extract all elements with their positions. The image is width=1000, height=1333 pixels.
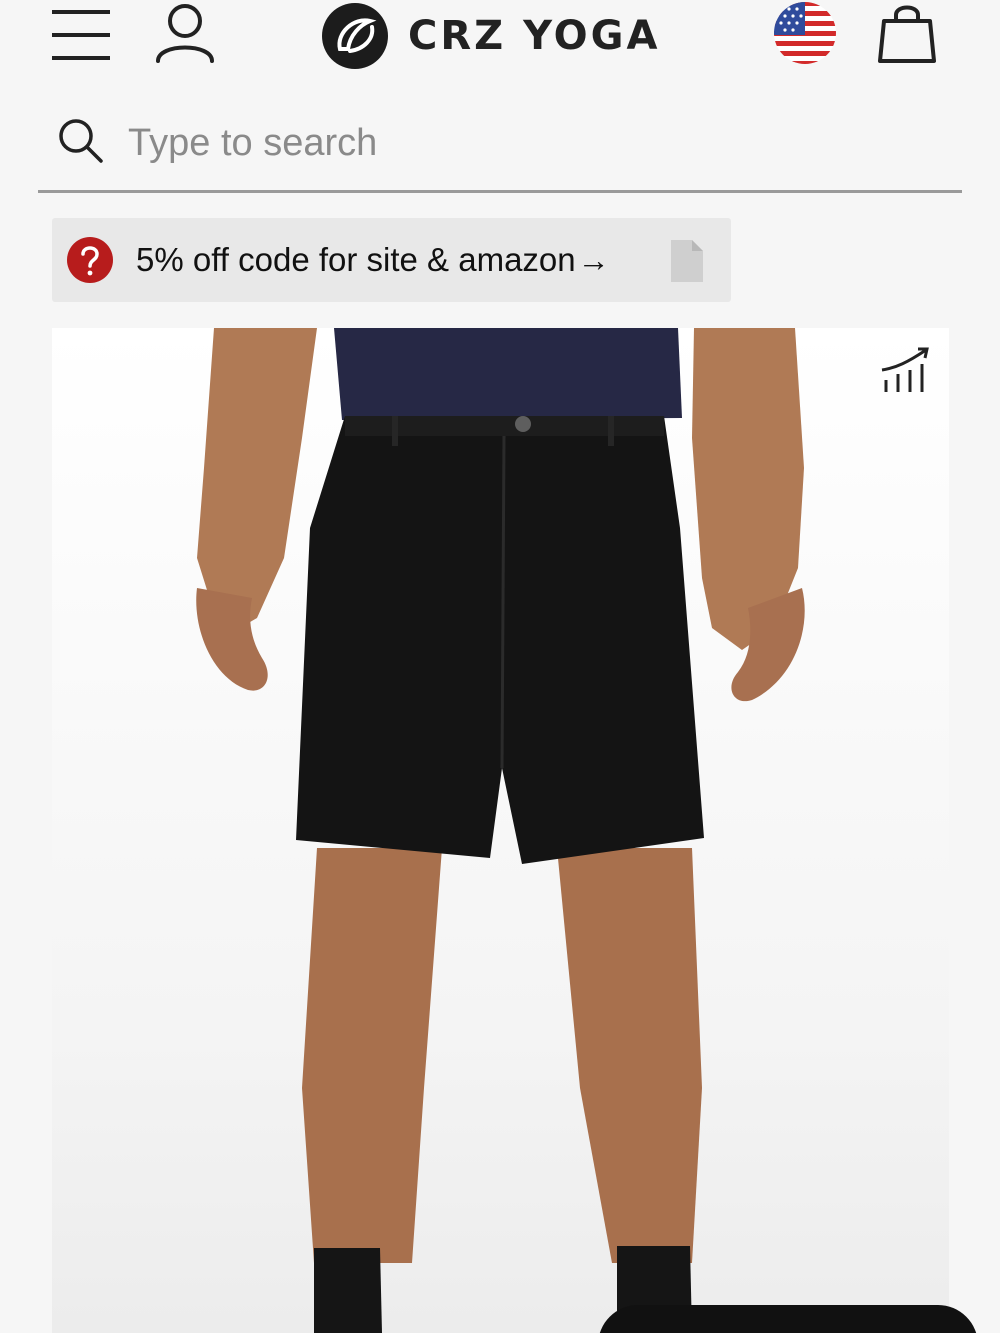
question-icon [67,237,113,283]
size-chart-button[interactable] [874,344,934,400]
region-selector[interactable] [772,0,838,66]
account-button[interactable] [150,0,220,66]
promo-arrow: → [577,242,610,278]
menu-button[interactable] [48,4,114,64]
search-icon[interactable] [56,116,106,166]
promo-banner[interactable]: 5% off code for site & amazon→ [52,218,731,302]
top-header: CRZ YOGA [0,0,1000,80]
us-flag-icon [774,2,836,64]
product-photo [196,328,805,1333]
search-input[interactable] [126,112,910,174]
logo-mark-icon [322,3,388,69]
brand-name: CRZ YOGA [408,13,661,59]
size-chart-icon [881,347,929,392]
shopping-bag-icon [878,5,936,63]
page: CRZ YOGA Type to search 5% off code for … [0,0,1000,1333]
promo-text: 5% off code for site & amazon→ [136,241,610,279]
cart-button[interactable] [874,0,940,66]
search-bar [38,104,962,193]
menu-icon [52,10,110,60]
floating-action-bar[interactable] [598,1305,978,1333]
brand-logo[interactable]: CRZ YOGA [320,0,660,72]
user-icon [156,4,214,63]
product-image[interactable] [52,328,949,1333]
promo-label: 5% off code for site & amazon [136,241,576,278]
copy-document-icon[interactable] [668,238,706,284]
